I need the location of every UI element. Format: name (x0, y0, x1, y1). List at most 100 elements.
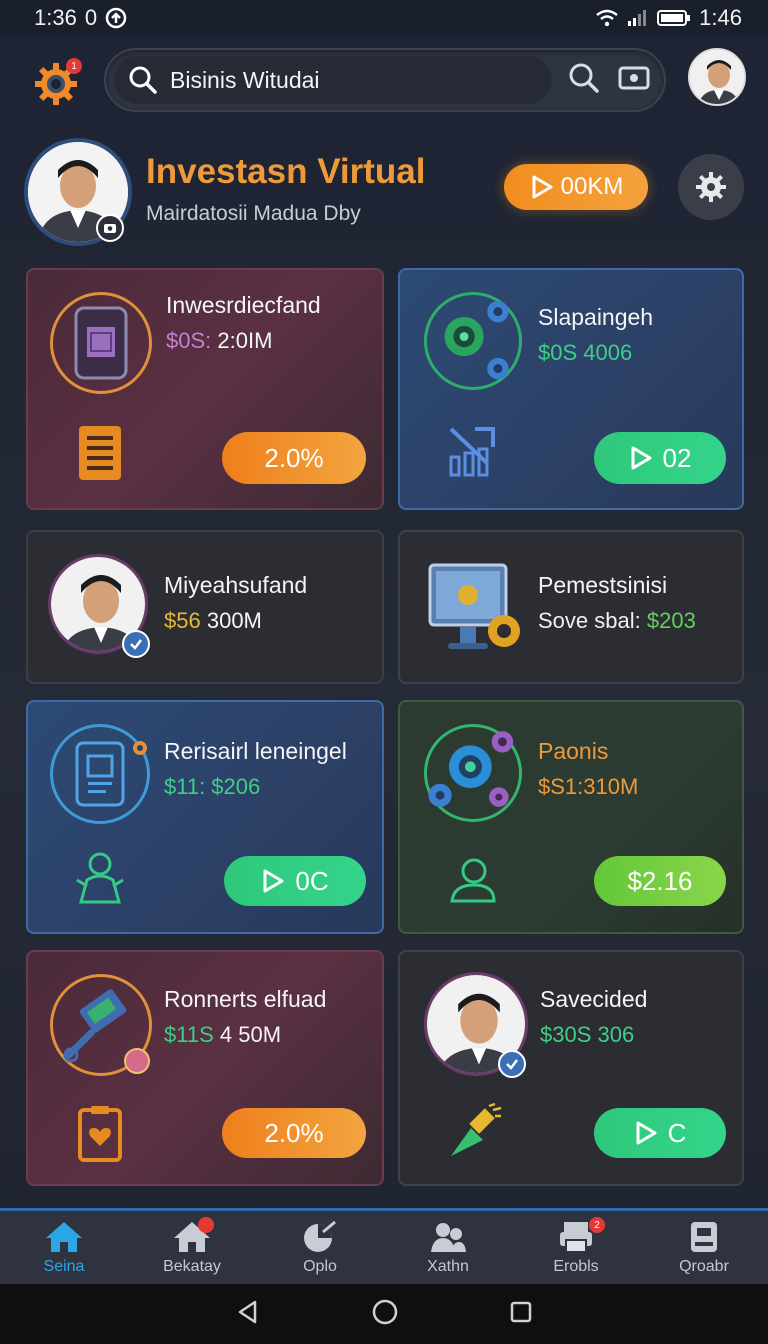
profile-settings-button[interactable] (678, 154, 744, 220)
person-icon (72, 848, 128, 908)
search-icon (129, 66, 157, 94)
gears-icon (424, 724, 522, 822)
sync-icon (105, 7, 127, 29)
play-label: C (667, 1117, 687, 1148)
card-title: Slapaingeh (538, 304, 654, 330)
verified-icon (122, 630, 150, 658)
search-icon (569, 63, 599, 93)
play-icon (631, 446, 652, 470)
play-label: 0C (295, 865, 329, 896)
notification-badge: 1 (66, 58, 82, 74)
phone-icon (50, 292, 152, 394)
card-value: Sove sbal: $203 (538, 608, 696, 633)
gear-icon (128, 736, 152, 760)
profile-card[interactable]: Savecided $30S 306 C (398, 950, 744, 1186)
play-button[interactable]: 0C (224, 856, 366, 906)
badge-icon (124, 1048, 150, 1074)
status-counter: 0 (84, 5, 98, 30)
investment-card[interactable]: Slapaingeh $0S 4006 02 (398, 268, 744, 510)
percent-label: 2.0% (264, 1117, 324, 1148)
system-nav-bar (0, 1284, 768, 1344)
chart-icon (304, 1220, 336, 1252)
card-value: $56 300M (164, 608, 262, 633)
top-bar: 1 (0, 46, 768, 114)
investment-card[interactable]: Inwesrdiecfand $0S: 2:0IM 2.0% (26, 268, 384, 510)
page-subtitle: Mairdatosii Madua Dby (146, 202, 361, 225)
status-time-right: 1:46 (699, 5, 742, 30)
price-button[interactable]: $2.16 (594, 856, 726, 906)
search-bar (104, 48, 666, 112)
card-title: Miyeahsufand (164, 572, 308, 598)
percent-label: 2.0% (264, 442, 324, 473)
profile-card[interactable]: Miyeahsufand $56 300M (26, 530, 384, 684)
card-value: $30S 306 (540, 1022, 635, 1047)
play-button[interactable]: C (594, 1108, 726, 1158)
rocket-icon (444, 1100, 504, 1164)
recents-icon (510, 1301, 532, 1322)
balance-button[interactable]: 00KM (504, 164, 648, 210)
gear-icon (696, 172, 726, 202)
gears-icon (424, 292, 522, 390)
play-icon (263, 869, 284, 893)
card-value: $S1:310M (538, 774, 639, 799)
percent-button[interactable]: 2.0% (222, 432, 366, 484)
nav-item-home[interactable]: Seina (0, 1211, 128, 1284)
profile-icon (691, 1221, 717, 1252)
back-button[interactable] (235, 1299, 261, 1330)
people-icon (431, 1222, 466, 1252)
home-icon (46, 1221, 82, 1252)
search-button[interactable] (568, 62, 600, 99)
card-value: $11: $206 (164, 774, 261, 799)
computer-icon (424, 556, 524, 666)
nav-label: Xathn (427, 1257, 469, 1275)
card-title: Ronnerts elfuad (164, 986, 327, 1012)
signal-icon (627, 9, 649, 27)
user-avatar[interactable] (688, 48, 746, 106)
card-title: Paonis (538, 738, 609, 764)
camera-badge-icon[interactable] (96, 214, 124, 242)
investment-card[interactable]: Rerisairl leneingel $11: $206 0C (26, 700, 384, 934)
home-circle-icon (372, 1299, 398, 1324)
nav-label: Erobls (553, 1257, 599, 1275)
wifi-icon (595, 9, 619, 27)
nav-item-store[interactable]: Bekatay (128, 1211, 256, 1284)
status-bar: 1:36 0 1:46 (0, 0, 768, 36)
recents-button[interactable] (509, 1300, 533, 1329)
price-label: $2.16 (627, 865, 693, 896)
document-icon (74, 420, 126, 484)
nav-label: Bekatay (163, 1257, 221, 1275)
nav-label: Seina (43, 1257, 85, 1275)
notification-badge (198, 1217, 214, 1233)
settings-button[interactable]: 1 (28, 56, 84, 112)
profile-header: Investasn Virtual Mairdatosii Madua Dby … (0, 134, 768, 254)
nav-item-profile[interactable]: Qroabr (640, 1211, 768, 1284)
investment-card[interactable]: Paonis $S1:310M $2.16 (398, 700, 744, 934)
page-title: Investasn Virtual (146, 152, 426, 191)
search-input[interactable] (170, 66, 530, 94)
battery-icon (657, 9, 691, 27)
card-title: Rerisairl leneingel (164, 738, 347, 764)
investment-card[interactable]: Ronnerts elfuad $11S 4 50M 2.0% (26, 950, 384, 1186)
nav-item-printer[interactable]: 2 Erobls (512, 1211, 640, 1284)
play-icon (636, 1121, 657, 1145)
search-field (114, 56, 552, 104)
camera-button[interactable] (618, 64, 650, 97)
nav-item-people[interactable]: Xathn (384, 1211, 512, 1284)
card-value: $11S 4 50M (164, 1022, 282, 1047)
balance-label: 00KM (560, 173, 624, 200)
back-icon (238, 1300, 257, 1323)
nav-item-chart[interactable]: Oplo (256, 1211, 384, 1284)
play-icon (532, 175, 553, 199)
percent-button[interactable]: 2.0% (222, 1108, 366, 1158)
verified-icon (498, 1050, 526, 1078)
card-title: Savecided (540, 986, 648, 1012)
card-title: Pemestsinisi (538, 572, 668, 598)
computer-card[interactable]: Pemestsinisi Sove sbal: $203 (398, 530, 744, 684)
bottom-nav: Seina Bekatay Oplo Xathn 2 Erobls Qroabr (0, 1208, 768, 1284)
nav-label: Oplo (303, 1257, 337, 1275)
home-system-button[interactable] (371, 1298, 399, 1331)
card-title: Inwesrdiecfand (166, 292, 321, 318)
play-button[interactable]: 02 (594, 432, 726, 484)
chart-growth-icon (444, 422, 500, 478)
play-label: 02 (662, 442, 692, 473)
